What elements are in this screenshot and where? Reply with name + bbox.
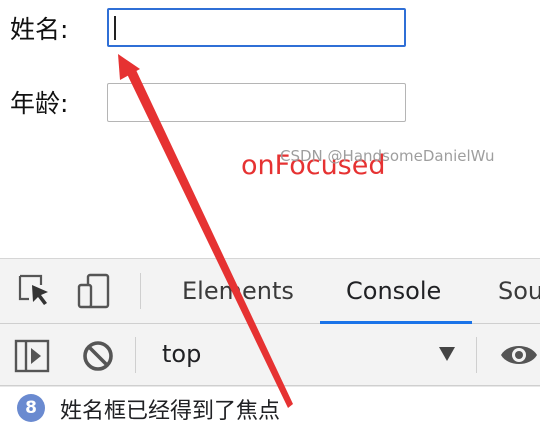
toolbar-divider	[140, 273, 141, 309]
name-input[interactable]	[107, 8, 406, 47]
toolbar-divider	[135, 337, 136, 373]
devtools-panel: Elements Console Sou top 8 姓名框已经得到了焦点	[0, 258, 540, 430]
watermark: CSDN @HandsomeDanielWu	[280, 147, 495, 165]
name-label: 姓名:	[10, 15, 69, 44]
devtools-tabbar: Elements Console Sou	[0, 258, 540, 324]
context-selector[interactable]: top	[162, 324, 201, 384]
tab-sources[interactable]: Sou	[498, 259, 540, 323]
toolbar-divider	[476, 337, 477, 373]
tab-console[interactable]: Console	[346, 259, 441, 323]
console-message-text: 姓名框已经得到了焦点	[60, 399, 281, 424]
sidebar-toggle-icon[interactable]	[14, 338, 50, 374]
age-input[interactable]	[107, 83, 406, 122]
eye-icon[interactable]	[499, 340, 539, 370]
tab-elements[interactable]: Elements	[182, 259, 294, 323]
dropdown-arrow-icon[interactable]	[438, 346, 456, 362]
page-form: 姓名: 年龄: onFocused	[0, 0, 540, 258]
inspect-element-icon[interactable]	[17, 273, 53, 309]
age-label: 年龄:	[10, 89, 69, 118]
text-caret	[114, 16, 116, 40]
console-message[interactable]: 8 姓名框已经得到了焦点	[0, 386, 540, 430]
console-toolbar: top	[0, 324, 540, 386]
message-count-badge: 8	[17, 394, 45, 422]
device-toolbar-icon[interactable]	[76, 273, 112, 309]
clear-console-icon[interactable]	[80, 338, 116, 374]
